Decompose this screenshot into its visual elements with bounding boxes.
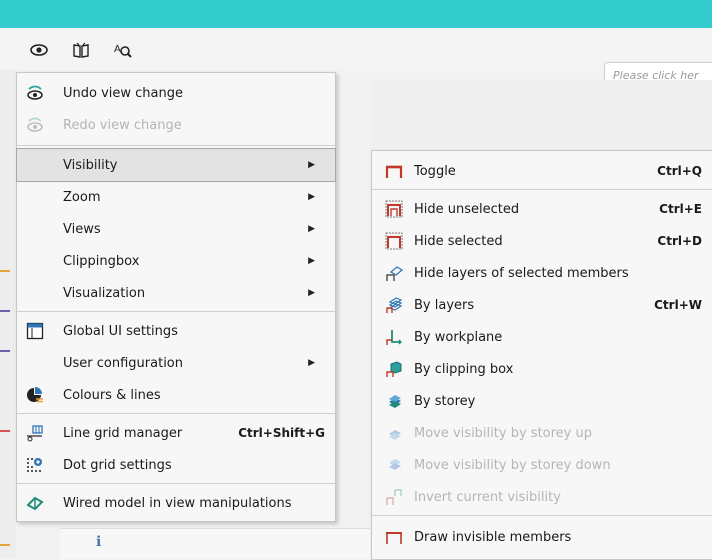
- colours-lines-item[interactable]: Colours & lines: [17, 379, 335, 411]
- storey-down-icon: [384, 455, 404, 475]
- undo-view-change-item[interactable]: Undo view change: [17, 77, 335, 109]
- storey-up-icon: [384, 423, 404, 443]
- panel-marker: [0, 430, 10, 432]
- draw-invisible-item[interactable]: Draw invisible members: [372, 521, 712, 553]
- help-search-icon[interactable]: A: [110, 38, 136, 62]
- invert-visibility-icon: [384, 487, 404, 507]
- hide-unselected-icon: [384, 199, 404, 219]
- menu-separator: [372, 189, 712, 190]
- view-menu: Undo view change Redo view change Visibi…: [16, 72, 336, 522]
- visibility-submenu: Toggle Ctrl+Q Hide unselected Ctrl+E Hid…: [371, 150, 712, 560]
- hide-layers-icon: [384, 263, 404, 283]
- submenu-arrow-icon: ▶: [308, 160, 315, 170]
- clippingbox-item[interactable]: Clippingbox ▶: [17, 245, 335, 277]
- by-clipping-box-item[interactable]: By clipping box: [372, 353, 712, 385]
- wired-model-item[interactable]: Wired model in view manipulations: [17, 487, 335, 519]
- submenu-arrow-icon: ▶: [308, 288, 315, 298]
- line-grid-icon: [25, 423, 45, 443]
- eye-icon[interactable]: [26, 38, 52, 62]
- move-storey-up-item[interactable]: Move visibility by storey up: [372, 417, 712, 449]
- invert-visibility-item[interactable]: Invert current visibility: [372, 481, 712, 513]
- submenu-arrow-icon: ▶: [308, 192, 315, 202]
- zoom-item[interactable]: Zoom ▶: [17, 181, 335, 213]
- redo-view-change-item[interactable]: Redo view change: [17, 109, 335, 141]
- hide-selected-icon: [384, 231, 404, 251]
- undo-view-icon: [25, 83, 45, 103]
- hide-selected-item[interactable]: Hide selected Ctrl+D: [372, 225, 712, 257]
- redo-view-icon: [25, 115, 45, 135]
- workplane-icon: [384, 327, 404, 347]
- tool-icon[interactable]: ℹ: [96, 534, 101, 550]
- menu-separator: [17, 145, 335, 146]
- hide-unselected-item[interactable]: Hide unselected Ctrl+E: [372, 193, 712, 225]
- panel-marker: [0, 350, 10, 352]
- hide-layers-selected-item[interactable]: Hide layers of selected members: [372, 257, 712, 289]
- window-settings-icon: [25, 321, 45, 341]
- dot-grid-settings-item[interactable]: Dot grid settings: [17, 449, 335, 481]
- dot-grid-icon: [25, 455, 45, 475]
- views-item[interactable]: Views ▶: [17, 213, 335, 245]
- left-panel-strip: [0, 70, 16, 558]
- submenu-arrow-icon: ▶: [308, 256, 315, 266]
- panel-marker: [0, 270, 10, 272]
- frame-outline-icon: [384, 527, 404, 547]
- frame-toggle-icon: [384, 161, 404, 181]
- workspace-background: [372, 80, 712, 150]
- global-ui-settings-item[interactable]: Global UI settings: [17, 315, 335, 347]
- toolbar: A Please click her: [0, 28, 712, 88]
- book-icon[interactable]: [68, 38, 94, 62]
- svg-text:A: A: [114, 44, 121, 55]
- storey-icon: [384, 391, 404, 411]
- layers-icon: [384, 295, 404, 315]
- submenu-arrow-icon: ▶: [308, 224, 315, 234]
- title-bar: [0, 0, 712, 28]
- panel-marker: [0, 544, 10, 546]
- colour-palette-icon: [25, 385, 45, 405]
- move-storey-down-item[interactable]: Move visibility by storey down: [372, 449, 712, 481]
- menu-separator: [17, 483, 335, 484]
- user-configuration-item[interactable]: User configuration ▶: [17, 347, 335, 379]
- line-grid-manager-item[interactable]: Line grid manager Ctrl+Shift+G: [17, 417, 335, 449]
- menu-separator: [17, 311, 335, 312]
- visualization-item[interactable]: Visualization ▶: [17, 277, 335, 309]
- by-workplane-item[interactable]: By workplane: [372, 321, 712, 353]
- visibility-item[interactable]: Visibility ▶: [16, 148, 336, 182]
- wired-model-icon: [25, 493, 45, 513]
- underlying-panel: [60, 528, 370, 559]
- menu-separator: [372, 515, 712, 516]
- toggle-item[interactable]: Toggle Ctrl+Q: [372, 155, 712, 187]
- submenu-arrow-icon: ▶: [308, 358, 315, 368]
- by-storey-item[interactable]: By storey: [372, 385, 712, 417]
- clipping-box-icon: [384, 359, 404, 379]
- panel-marker: [0, 310, 10, 312]
- by-layers-item[interactable]: By layers Ctrl+W: [372, 289, 712, 321]
- menu-separator: [17, 413, 335, 414]
